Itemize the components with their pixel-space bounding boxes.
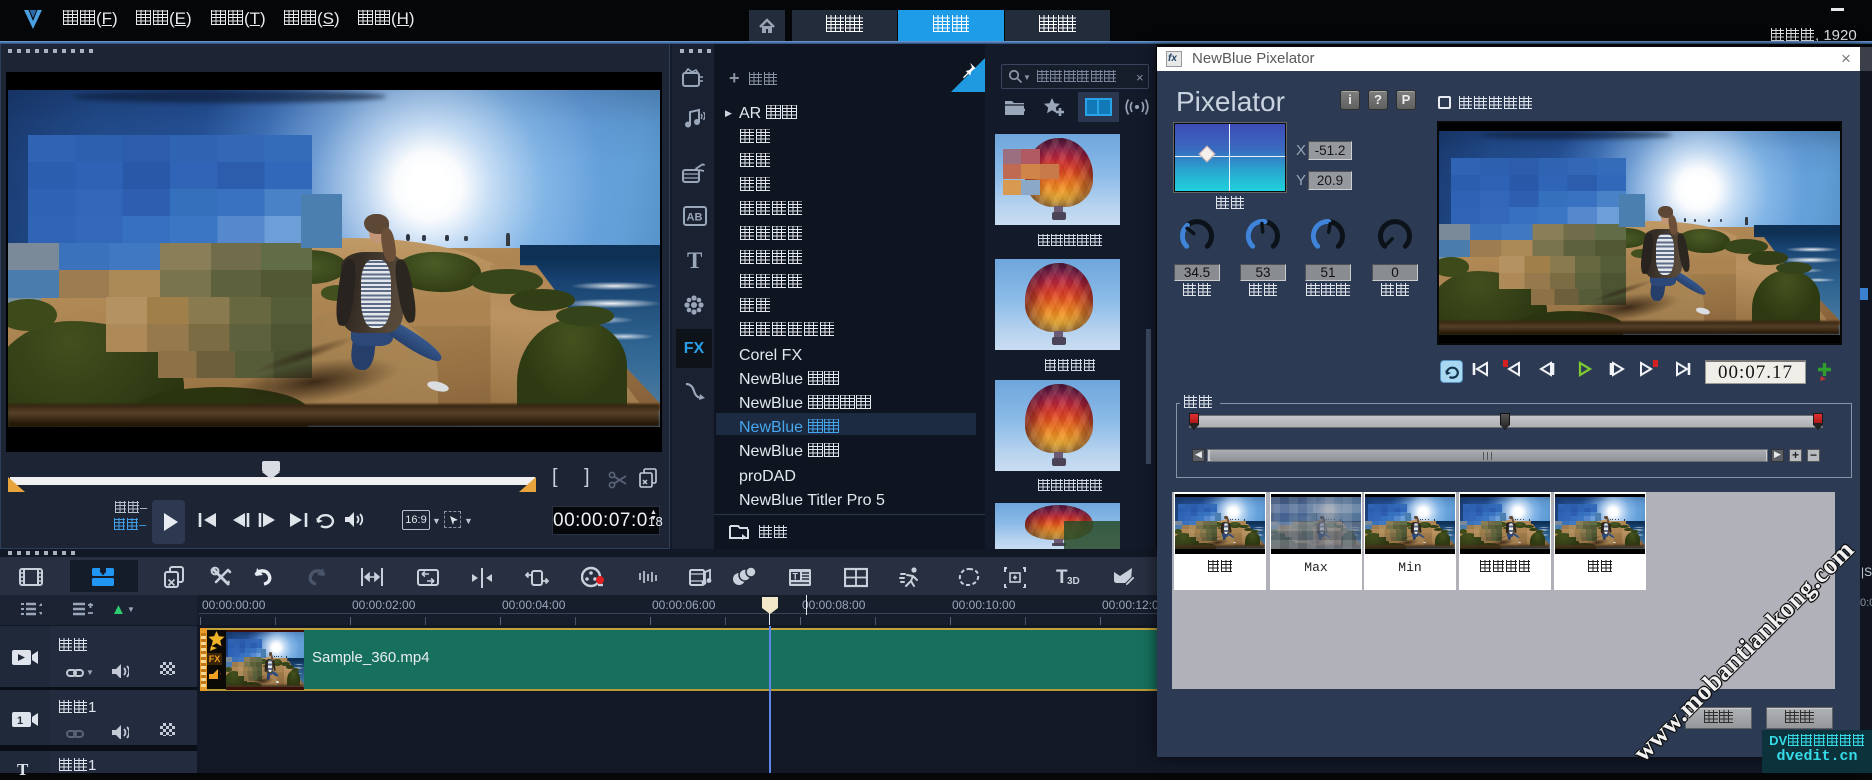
svg-text:AB: AB <box>687 212 703 224</box>
svg-text:3D: 3D <box>1067 576 1080 587</box>
svg-text:T: T <box>793 572 799 582</box>
svg-text:1: 1 <box>17 715 23 727</box>
